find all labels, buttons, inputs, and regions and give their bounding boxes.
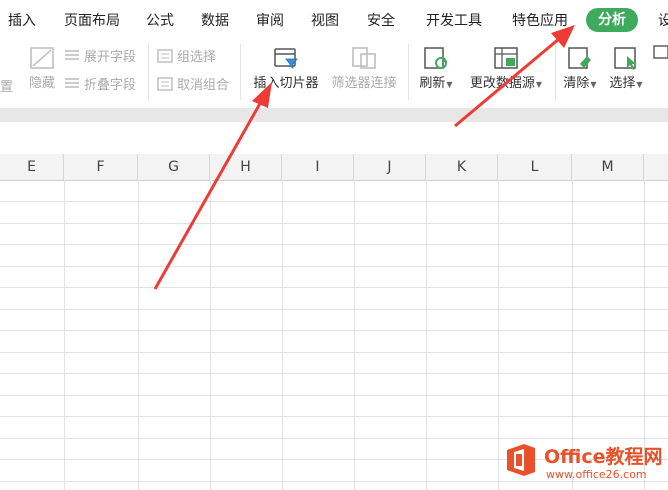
filter-connection-button[interactable]: 筛选器连接 <box>328 44 400 91</box>
column-gridline <box>354 180 355 490</box>
hide-icon <box>30 47 54 69</box>
expand-field-button[interactable]: 展开字段 <box>64 46 136 67</box>
ribbon-divider <box>148 44 149 100</box>
row-gridline <box>0 244 668 245</box>
watermark: Office教程网 www.office26.com <box>500 440 668 490</box>
select-caret-icon: ▼ <box>636 80 643 89</box>
column-gridline <box>426 180 427 490</box>
ungroup-button[interactable]: 取消组合 <box>157 74 229 95</box>
tab-developer[interactable]: 开发工具 <box>426 10 482 32</box>
row-gridline <box>0 352 668 353</box>
refresh-button[interactable]: 刷新▼ <box>416 44 456 91</box>
ungroup-label: 取消组合 <box>177 78 230 93</box>
change-source-caret-icon: ▼ <box>535 80 543 89</box>
row-gridline <box>0 201 668 202</box>
tab-insert[interactable]: 插入 <box>8 10 36 32</box>
expand-field-label: 展开字段 <box>84 50 137 65</box>
column-gridline <box>282 180 283 490</box>
column-header-row: E F G H I J K L M <box>0 154 668 181</box>
change-source-icon <box>494 47 518 69</box>
settings-partial-label[interactable]: 置 <box>0 76 13 95</box>
insert-slicer-button[interactable]: 插入切片器 <box>250 44 322 91</box>
row-gridline <box>0 438 668 439</box>
ribbon-divider <box>408 44 409 100</box>
expand-field-icon <box>64 49 80 67</box>
tab-settings-partial[interactable]: 设 <box>658 10 668 32</box>
column-gridline <box>64 180 65 490</box>
row-gridline <box>0 287 668 288</box>
refresh-icon <box>424 47 448 69</box>
column-header-g[interactable]: G <box>138 154 210 180</box>
group-select-icon <box>157 48 173 67</box>
watermark-url: www.office26.com <box>546 468 647 481</box>
filter-connection-label: 筛选器连接 <box>331 76 397 91</box>
more-icon <box>653 45 668 59</box>
row-gridline <box>0 223 668 224</box>
column-header-m[interactable]: M <box>572 154 644 180</box>
collapse-field-button[interactable]: 折叠字段 <box>64 74 136 95</box>
select-label: 选择 <box>609 76 636 91</box>
hide-button[interactable]: 隐藏 <box>24 44 60 91</box>
filter-connection-icon <box>352 47 376 69</box>
collapse-field-icon <box>64 77 80 95</box>
tab-page-layout[interactable]: 页面布局 <box>64 10 120 32</box>
select-button[interactable]: 选择▼ <box>606 44 646 91</box>
column-header-e[interactable]: E <box>0 154 64 180</box>
row-gridline <box>0 373 668 374</box>
row-gridline <box>0 395 668 396</box>
column-header-i[interactable]: I <box>282 154 354 180</box>
refresh-label: 刷新 <box>419 76 446 91</box>
tab-special-apps[interactable]: 特色应用 <box>512 10 568 32</box>
tab-security[interactable]: 安全 <box>367 10 395 32</box>
column-gridline <box>138 180 139 490</box>
hide-label: 隐藏 <box>28 76 55 91</box>
clear-icon <box>568 47 591 69</box>
group-select-button[interactable]: 组选择 <box>157 46 216 67</box>
slicer-icon <box>274 48 298 69</box>
tab-formulas[interactable]: 公式 <box>146 10 174 32</box>
refresh-caret-icon: ▼ <box>446 80 453 89</box>
collapse-field-label: 折叠字段 <box>84 78 137 93</box>
change-source-label: 更改数据源 <box>469 76 535 91</box>
tab-analyze[interactable]: 分析 <box>586 8 638 32</box>
column-header-l[interactable]: L <box>498 154 572 180</box>
column-header-h[interactable]: H <box>210 154 282 180</box>
column-header-k[interactable]: K <box>426 154 498 180</box>
office-logo-icon <box>507 444 535 476</box>
group-select-label: 组选择 <box>177 50 217 65</box>
row-gridline <box>0 330 668 331</box>
column-gridline <box>498 180 499 490</box>
row-gridline <box>0 309 668 310</box>
ribbon-toolbar: 置 隐藏 展开字段 折叠字段 组选择 取消组合 插入切片器 筛选器连接 刷新▼ … <box>0 40 668 108</box>
clear-caret-icon: ▼ <box>590 80 597 89</box>
clear-label: 清除 <box>563 76 590 91</box>
tab-review[interactable]: 审阅 <box>256 10 284 32</box>
tab-view[interactable]: 视图 <box>311 10 339 32</box>
watermark-brand: Office教程网 <box>544 446 663 468</box>
column-gridline <box>210 180 211 490</box>
tab-data[interactable]: 数据 <box>201 10 229 32</box>
change-source-button[interactable]: 更改数据源▼ <box>464 44 548 91</box>
clear-button[interactable]: 清除▼ <box>560 44 600 91</box>
column-header-j[interactable]: J <box>354 154 426 180</box>
column-header-f[interactable]: F <box>64 154 138 180</box>
ribbon-divider <box>555 44 556 100</box>
insert-slicer-label: 插入切片器 <box>253 76 319 91</box>
row-gridline <box>0 416 668 417</box>
select-icon <box>614 47 636 70</box>
menu-bar: 插入 页面布局 公式 数据 审阅 视图 安全 开发工具 特色应用 分析 设 <box>0 0 668 40</box>
row-gridline <box>0 266 668 267</box>
ribbon-divider <box>240 44 241 100</box>
ribbon-bottom-strip <box>0 108 668 122</box>
formula-bar[interactable] <box>0 122 668 149</box>
ungroup-icon <box>157 76 173 95</box>
more-button-partial[interactable] <box>652 44 668 64</box>
